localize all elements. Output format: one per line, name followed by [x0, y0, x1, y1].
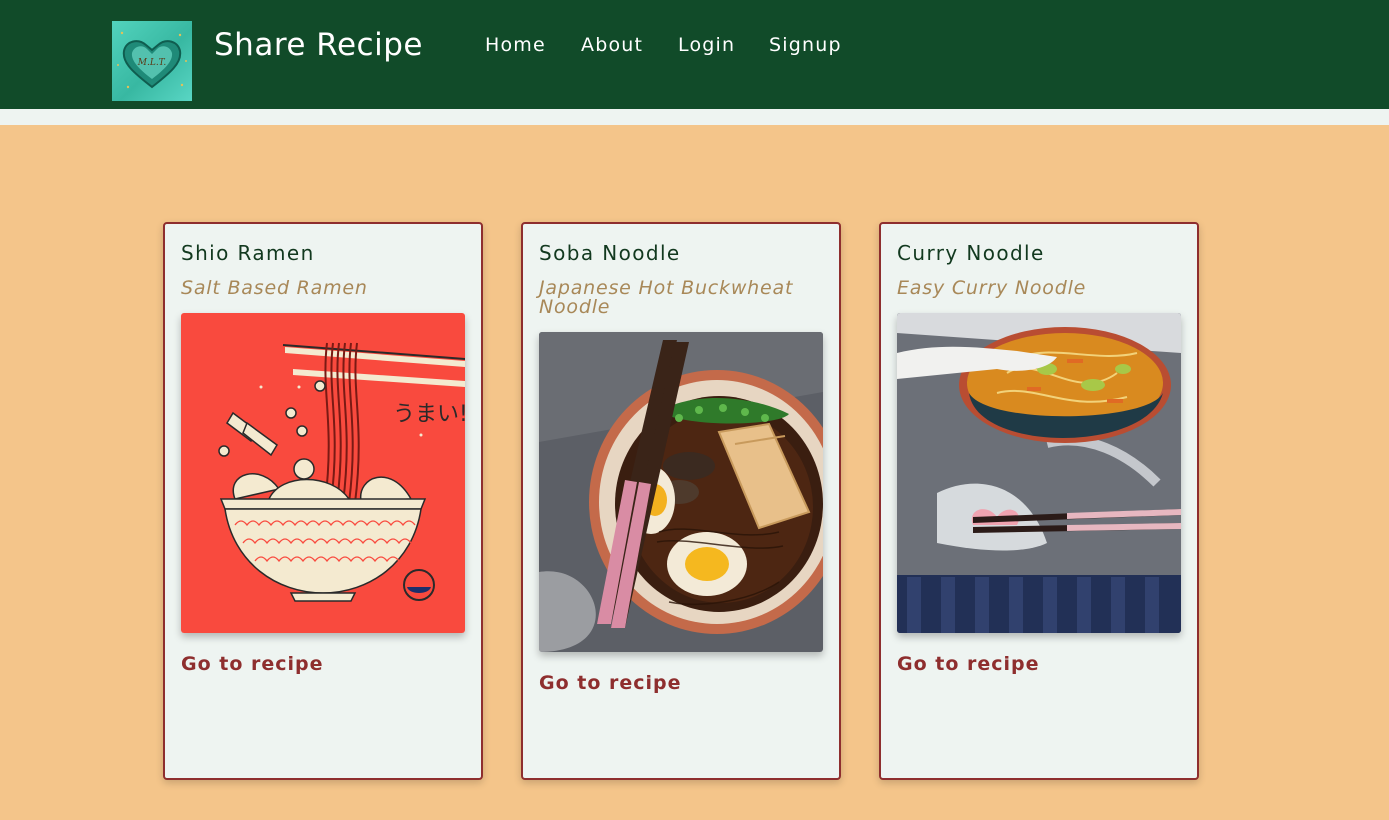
navbar: M.L.T. Share Recipe Home About Login Sig… [0, 0, 1389, 109]
recipe-card: Curry Noodle Easy Curry Noodle Go to rec… [879, 222, 1199, 780]
recipe-card: Soba Noodle Japanese Hot Buckwheat Noodl… [521, 222, 841, 780]
site-logo[interactable]: M.L.T. [112, 21, 192, 101]
recipe-title: Shio Ramen [181, 241, 315, 265]
ramen-image-text: うまい! [393, 402, 465, 427]
go-to-recipe-link[interactable]: Go to recipe [539, 671, 682, 695]
soba-photo [539, 332, 823, 652]
heart-logo-icon: M.L.T. [117, 31, 187, 89]
nav-signup[interactable]: Signup [769, 33, 842, 57]
header-divider [0, 109, 1389, 125]
nav-login[interactable]: Login [678, 33, 735, 57]
recipe-image[interactable] [897, 313, 1181, 633]
recipe-image[interactable] [539, 332, 823, 652]
go-to-recipe-link[interactable]: Go to recipe [897, 652, 1040, 676]
curry-noodle-photo [897, 313, 1181, 633]
logo-text: M.L.T. [137, 58, 167, 68]
site-brand[interactable]: Share Recipe [214, 24, 423, 66]
recipe-subtitle: Japanese Hot Buckwheat Noodle [539, 277, 794, 318]
nav-home[interactable]: Home [485, 33, 546, 57]
nav-about[interactable]: About [581, 33, 643, 57]
go-to-recipe-link[interactable]: Go to recipe [181, 652, 324, 676]
recipe-title: Curry Noodle [897, 241, 1045, 265]
recipe-title: Soba Noodle [539, 241, 681, 265]
recipe-subtitle: Easy Curry Noodle [897, 277, 1087, 299]
recipe-image[interactable]: うまい! [181, 313, 465, 633]
ramen-illustration: うまい! [181, 313, 465, 633]
recipe-subtitle: Salt Based Ramen [181, 277, 368, 299]
recipe-card: Shio Ramen Salt Based Ramen うまい! Go to r… [163, 222, 483, 780]
